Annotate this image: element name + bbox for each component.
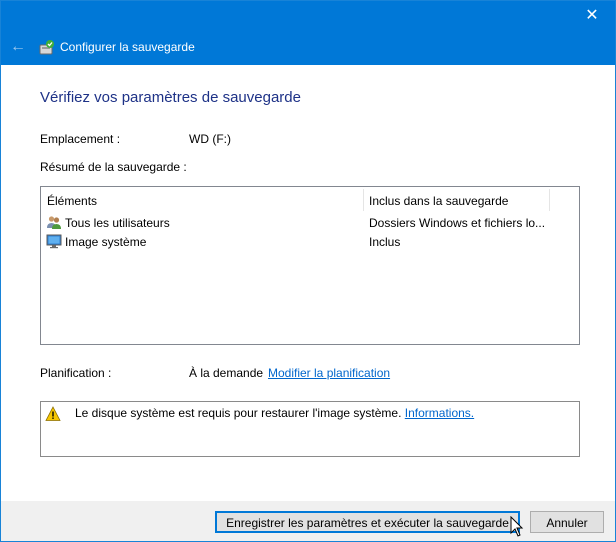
mouse-cursor-icon bbox=[510, 516, 524, 537]
notice-box: Le disque système est requis pour restau… bbox=[40, 401, 580, 457]
backup-summary-table[interactable]: Éléments Inclus dans la sauvegarde Tous … bbox=[40, 186, 580, 345]
page-heading: Vérifiez vos paramètres de sauvegarde bbox=[40, 89, 301, 106]
information-link[interactable]: Informations. bbox=[405, 406, 474, 420]
schedule-value: À la demande bbox=[189, 366, 264, 380]
footer-bar: Enregistrer les paramètres et exécuter l… bbox=[1, 501, 615, 541]
close-button[interactable]: ✕ bbox=[569, 1, 615, 31]
column-header-items[interactable]: Éléments bbox=[47, 194, 97, 208]
nav-title: Configurer la sauvegarde bbox=[60, 40, 195, 54]
users-icon bbox=[47, 216, 61, 229]
row-item-included: Inclus bbox=[369, 235, 401, 249]
change-schedule-link[interactable]: Modifier la planification bbox=[268, 366, 390, 380]
schedule-label: Planification : bbox=[40, 366, 112, 380]
column-divider[interactable] bbox=[549, 189, 550, 211]
row-item-name: Image système bbox=[65, 235, 147, 249]
backup-wizard-window: ✕ ← Configurer la sauvegarde Vérifiez vo… bbox=[0, 0, 616, 542]
cancel-button[interactable]: Annuler bbox=[530, 511, 604, 533]
notice-text: Le disque système est requis pour restau… bbox=[75, 406, 402, 420]
back-button[interactable]: ← bbox=[7, 36, 29, 58]
monitor-icon bbox=[46, 234, 62, 249]
save-and-run-button[interactable]: Enregistrer les paramètres et exécuter l… bbox=[215, 511, 520, 533]
location-label: Emplacement : bbox=[40, 132, 121, 146]
title-bar: ✕ bbox=[1, 1, 615, 31]
backup-icon bbox=[39, 40, 54, 55]
column-header-included[interactable]: Inclus dans la sauvegarde bbox=[369, 194, 508, 208]
summary-label: Résumé de la sauvegarde : bbox=[40, 160, 187, 174]
warning-icon bbox=[45, 406, 61, 421]
row-item-name: Tous les utilisateurs bbox=[65, 216, 170, 230]
column-divider[interactable] bbox=[363, 189, 364, 211]
location-value: WD (F:) bbox=[189, 132, 231, 146]
navigation-bar: ← Configurer la sauvegarde bbox=[1, 31, 615, 65]
row-item-included: Dossiers Windows et fichiers lo... bbox=[369, 216, 546, 230]
